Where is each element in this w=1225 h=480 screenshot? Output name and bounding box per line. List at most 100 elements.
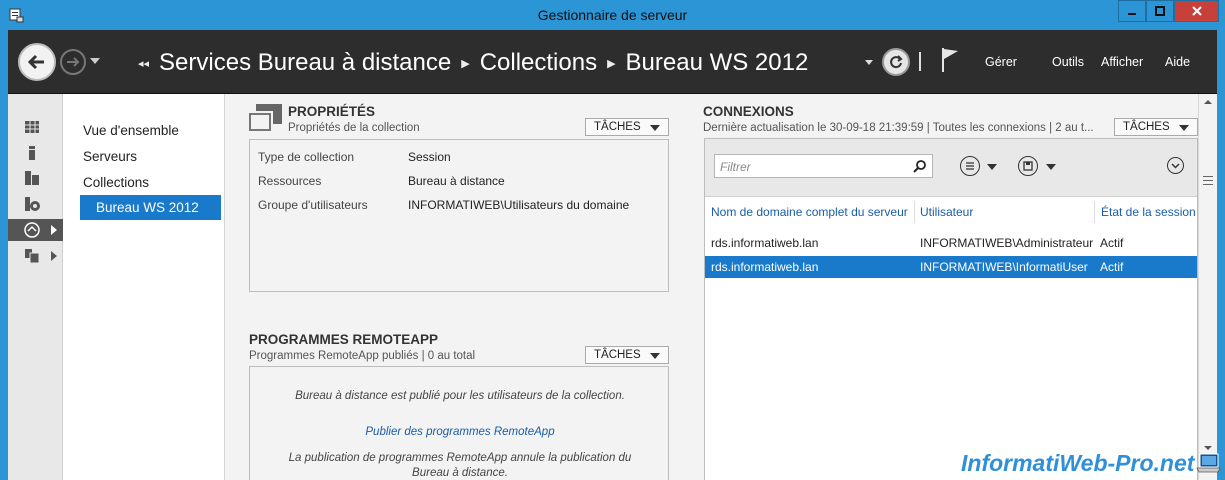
connections-toolbar: Filtrer <box>705 139 1197 197</box>
property-label: Groupe d'utilisateurs <box>258 198 368 212</box>
cell-user: INFORMATIWEB\InformatiUser <box>920 260 1088 274</box>
back-button[interactable] <box>18 43 56 81</box>
property-label: Ressources <box>258 174 322 188</box>
minimize-button[interactable] <box>1118 0 1146 22</box>
all-servers-icon <box>25 171 39 185</box>
save-query-button[interactable] <box>1018 156 1038 176</box>
publish-remoteapp-link[interactable]: Publier des programmes RemoteApp <box>250 426 668 438</box>
connections-panel: Filtrer Nom de domaine complet du serveu… <box>704 138 1198 480</box>
properties-tasks-button[interactable]: TÂCHES <box>585 118 669 136</box>
chevron-down-icon <box>1171 163 1180 169</box>
properties-subtitle: Propriétés de la collection <box>288 122 420 134</box>
forward-icon <box>67 57 80 67</box>
chevron-down-icon[interactable] <box>987 164 997 170</box>
property-row: Ressources Bureau à distance <box>258 174 505 188</box>
scroll-grip-icon[interactable] <box>1203 176 1213 185</box>
breadcrumb-separator-icon: ▶ <box>607 57 616 70</box>
cell-user: INFORMATIWEB\Administrateur <box>920 236 1094 250</box>
menu-tools[interactable]: Outils <box>1052 55 1084 69</box>
breadcrumb-item[interactable]: Services Bureau à distance <box>159 49 451 77</box>
remoteapp-panel: Bureau à distance est publié pour les ut… <box>249 366 669 480</box>
strip-item-roles[interactable] <box>8 245 63 267</box>
connections-tasks-button[interactable]: TÂCHES <box>1114 118 1198 136</box>
maximize-icon <box>1155 6 1165 16</box>
property-value: INFORMATIWEB\Utilisateurs du domaine <box>408 198 630 212</box>
navigation-panel: Vue d'ensemble Serveurs Collections Bure… <box>63 94 225 480</box>
tasks-label: TÂCHES <box>594 349 641 361</box>
remoteapp-note: La publication de programmes RemoteApp a… <box>288 452 632 464</box>
remote-desktop-icon <box>24 222 40 238</box>
column-divider <box>1094 201 1095 223</box>
breadcrumb-separator-icon: ▶ <box>461 57 470 70</box>
local-server-icon <box>29 146 35 160</box>
strip-item-dashboard[interactable] <box>8 116 63 138</box>
remoteapp-note: Bureau à distance. <box>412 467 508 479</box>
property-row: Groupe d'utilisateurs INFORMATIWEB\Utili… <box>258 198 629 212</box>
roles-icon <box>25 249 40 264</box>
column-divider <box>914 201 915 223</box>
menu-view[interactable]: Afficher <box>1101 55 1143 69</box>
nav-item-collection-selected[interactable]: Bureau WS 2012 <box>80 195 221 220</box>
vertical-scrollbar[interactable] <box>1198 94 1217 480</box>
properties-panel: Type de collection Session Ressources Bu… <box>249 139 669 292</box>
history-dropdown-icon[interactable] <box>90 58 100 64</box>
strip-item-all-servers[interactable] <box>8 167 63 189</box>
close-icon <box>1191 6 1202 16</box>
strip-item-local-server[interactable] <box>8 142 63 164</box>
search-icon[interactable] <box>913 159 927 173</box>
column-header-user[interactable]: Utilisateur <box>920 205 973 219</box>
remoteapp-subtitle: Programmes RemoteApp publiés | 0 au tota… <box>249 350 476 362</box>
scroll-up-icon[interactable] <box>1204 100 1212 104</box>
table-row[interactable]: rds.informatiweb.lan INFORMATIWEB\Admini… <box>705 232 1197 254</box>
breadcrumb-separator-icon: ◂◂ <box>138 57 150 70</box>
forward-button[interactable] <box>60 49 86 75</box>
scroll-down-icon[interactable] <box>1204 446 1212 450</box>
breadcrumb: ◂◂ Services Bureau à distance ▶ Collecti… <box>138 49 808 77</box>
menu-manage[interactable]: Gérer <box>985 55 1017 69</box>
filter-placeholder: Filtrer <box>720 160 751 174</box>
tasks-label: TÂCHES <box>594 121 641 133</box>
window-title: Gestionnaire de serveur <box>537 7 688 23</box>
properties-icon <box>248 104 282 133</box>
watermark: InformatiWeb-Pro.net <box>961 450 1195 476</box>
view-options-button[interactable] <box>960 156 980 176</box>
chevron-down-icon <box>650 125 660 131</box>
remoteapp-title: PROGRAMMES REMOTEAPP <box>249 332 439 347</box>
close-button[interactable] <box>1174 0 1219 22</box>
window-frame <box>1217 30 1225 480</box>
remoteapp-message: Bureau à distance est publié pour les ut… <box>295 390 625 402</box>
column-header-state[interactable]: État de la session <box>1101 205 1196 219</box>
filter-input[interactable]: Filtrer <box>714 154 933 178</box>
cell-server: rds.informatiweb.lan <box>711 260 819 274</box>
nav-item-collections[interactable]: Collections <box>83 175 149 190</box>
properties-title: PROPRIÉTÉS <box>288 104 376 119</box>
nav-item-servers[interactable]: Serveurs <box>83 149 137 164</box>
list-icon <box>966 162 974 170</box>
breadcrumb-item[interactable]: Bureau WS 2012 <box>626 49 809 77</box>
property-value: Bureau à distance <box>408 174 505 188</box>
chevron-down-icon[interactable] <box>1046 164 1056 170</box>
breadcrumb-dropdown-icon[interactable] <box>865 60 873 65</box>
file-services-icon <box>25 197 40 211</box>
column-header-server[interactable]: Nom de domaine complet du serveur <box>711 205 908 219</box>
expand-arrow-icon <box>51 251 57 261</box>
flag-icon[interactable] <box>940 47 960 73</box>
maximize-button[interactable] <box>1146 0 1174 22</box>
strip-item-remote-desktop[interactable] <box>8 219 63 241</box>
table-row-selected[interactable]: rds.informatiweb.lan INFORMATIWEB\Inform… <box>705 256 1197 278</box>
property-value: Session <box>408 150 451 164</box>
connections-subtitle: Dernière actualisation le 30-09-18 21:39… <box>703 122 1094 134</box>
expand-button[interactable] <box>1167 157 1184 174</box>
chevron-down-icon <box>650 353 660 359</box>
back-icon <box>27 54 44 70</box>
expand-arrow-icon <box>51 225 57 235</box>
cell-state: Actif <box>1100 236 1124 250</box>
connections-title: CONNEXIONS <box>703 104 794 119</box>
refresh-button[interactable] <box>882 48 910 76</box>
breadcrumb-item[interactable]: Collections <box>480 49 597 77</box>
strip-item-file-services[interactable] <box>8 193 63 215</box>
remoteapp-tasks-button[interactable]: TÂCHES <box>585 346 669 364</box>
nav-item-overview[interactable]: Vue d'ensemble <box>83 123 179 138</box>
menu-help[interactable]: Aide <box>1165 55 1190 69</box>
tasks-label: TÂCHES <box>1123 121 1170 133</box>
